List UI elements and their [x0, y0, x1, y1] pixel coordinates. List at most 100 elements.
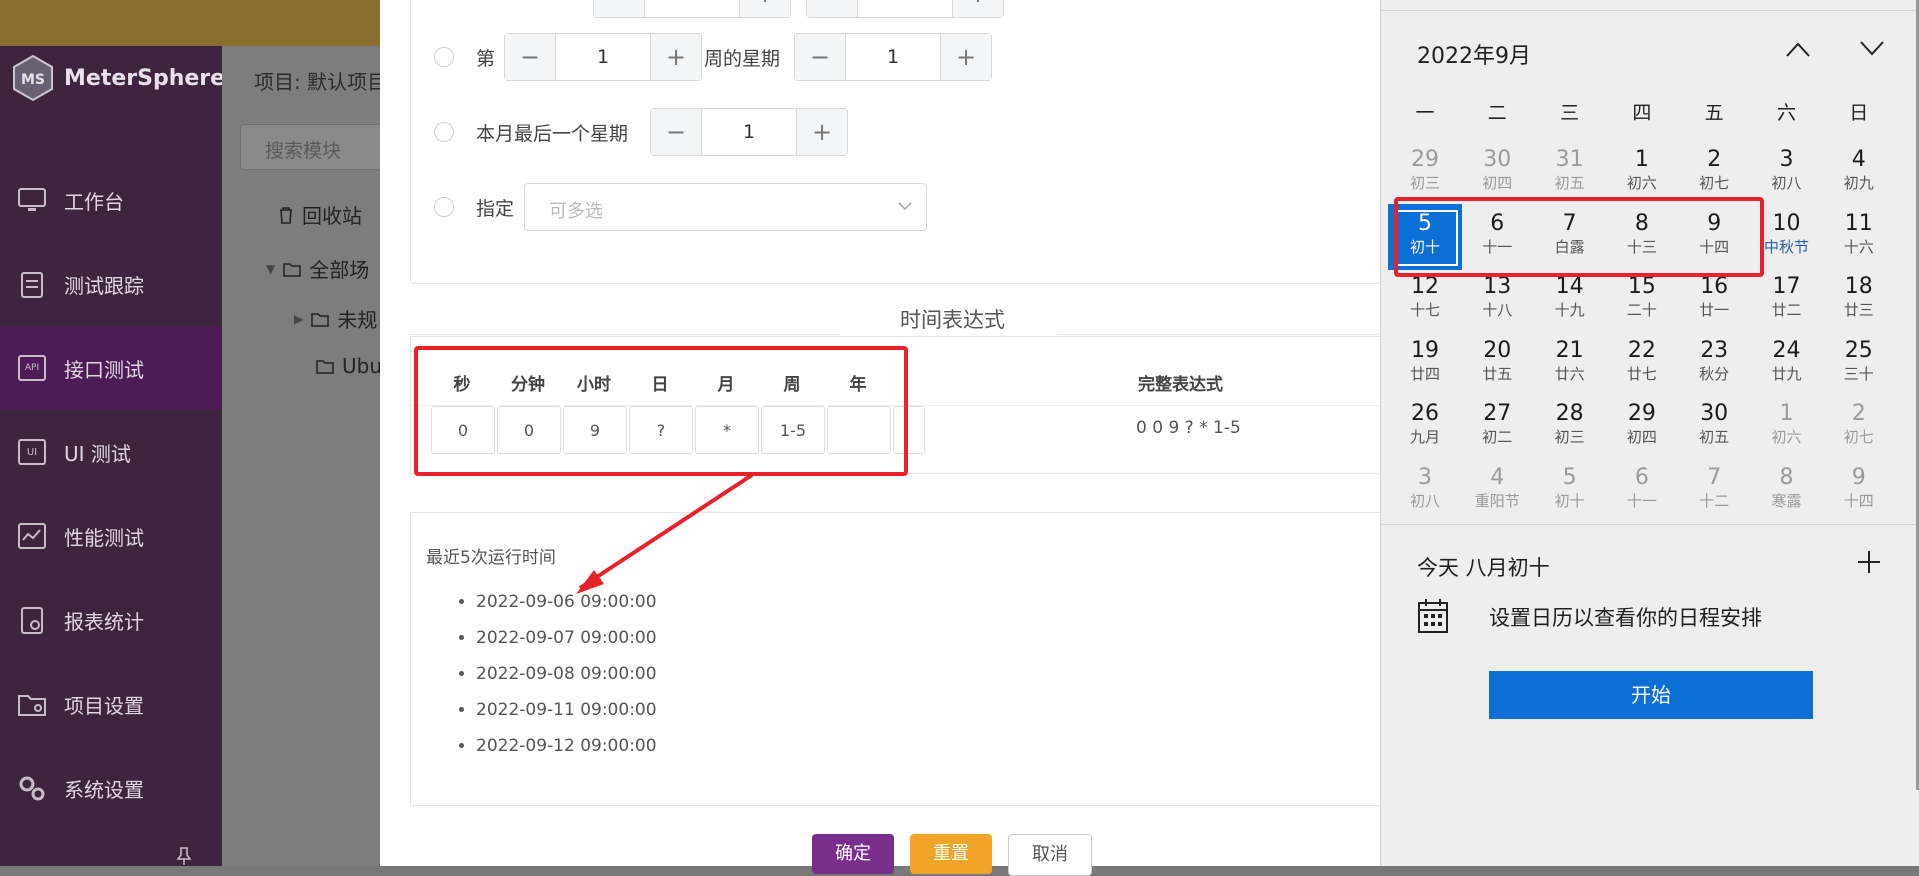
calendar-day[interactable]: 6 十一 [1608, 461, 1676, 521]
calendar-day[interactable]: 23 秋分 [1680, 334, 1748, 394]
calendar-day[interactable]: 11 十六 [1825, 207, 1893, 267]
day-number: 9 [1851, 464, 1866, 490]
lunar-label: 廿七 [1626, 364, 1657, 383]
radio-week-of-month[interactable] [434, 47, 454, 67]
calendar-day[interactable]: 28 初三 [1536, 397, 1604, 457]
calendar-day[interactable]: 4 重阳节 [1463, 461, 1531, 521]
reset-button[interactable]: 重置 [910, 834, 992, 874]
calendar-day[interactable]: 31 初五 [1536, 143, 1604, 203]
calendar-day[interactable]: 29 初三 [1391, 143, 1459, 203]
calendar-day[interactable]: 16 廿一 [1680, 270, 1748, 330]
plus-icon[interactable]: + [796, 109, 847, 155]
nav-label: 性能测试 [64, 525, 144, 550]
nav-item-project-settings[interactable]: 项目设置 [0, 662, 222, 746]
calendar-day[interactable]: 4 初九 [1825, 143, 1893, 203]
calendar-day[interactable]: 30 初四 [1463, 143, 1531, 203]
calendar-day[interactable]: 18 廿三 [1825, 270, 1893, 330]
stepper-value[interactable]: 1 [846, 34, 940, 80]
minus-icon[interactable]: − [807, 0, 858, 17]
last-week-stepper[interactable]: − 1 + [650, 108, 848, 156]
tree-item-recycle[interactable]: 回收站 [278, 200, 362, 229]
calendar-day[interactable]: 26 九月 [1391, 397, 1459, 457]
section-title: 时间表达式 [900, 308, 1005, 332]
chevron-down-icon[interactable] [1859, 40, 1885, 58]
lunar-label: 初七 [1699, 174, 1730, 192]
recent-runs-list: 2022-09-06 09:00:00 2022-09-07 09:00:00 … [476, 584, 657, 764]
calendar-day[interactable]: 29 初四 [1608, 397, 1676, 457]
nav-item-report[interactable]: 报表统计 [0, 578, 222, 662]
nav-item-test-track[interactable]: 测试跟踪 [0, 242, 222, 326]
radio-specify[interactable] [434, 197, 454, 217]
calendar-day[interactable]: 2 初七 [1825, 397, 1893, 457]
calendar-day[interactable]: 2 初七 [1680, 143, 1748, 203]
lunar-label: 十九 [1554, 301, 1585, 319]
calendar-day[interactable]: 3 初八 [1391, 461, 1459, 521]
nav-item-workbench[interactable]: 工作台 [0, 158, 222, 242]
cancel-button[interactable]: 取消 [1008, 834, 1092, 876]
partial-stepper-2[interactable]: −+ [806, 0, 1004, 18]
minus-icon[interactable]: − [651, 109, 702, 155]
chevron-up-icon[interactable] [1785, 40, 1811, 58]
stepper-value[interactable]: 1 [556, 34, 650, 80]
nav-item-ui-test[interactable]: UI UI 测试 [0, 410, 222, 494]
partial-stepper[interactable]: −+ [593, 0, 791, 18]
minus-icon[interactable]: − [594, 0, 645, 17]
weekday-stepper[interactable]: − 1 + [794, 33, 992, 81]
lunar-label: 九月 [1409, 428, 1440, 446]
weekday-label: 五 [1704, 102, 1724, 124]
highlight-box [414, 346, 908, 476]
calendar-day[interactable]: 21 廿六 [1536, 334, 1604, 394]
plus-icon[interactable]: + [952, 0, 1003, 17]
calendar-day[interactable]: 7 十二 [1680, 461, 1748, 521]
radio-last-week[interactable] [434, 122, 454, 142]
calendar-day[interactable]: 25 三十 [1825, 334, 1893, 394]
plus-icon[interactable] [1857, 550, 1881, 574]
day-number: 21 [1555, 337, 1584, 363]
tree-item-unplanned[interactable]: ▶ 未规 [294, 304, 377, 333]
calendar-day[interactable]: 12 十七 [1391, 270, 1459, 330]
calendar-day[interactable]: 24 廿九 [1753, 334, 1821, 394]
calendar-day[interactable]: 20 廿五 [1463, 334, 1531, 394]
calendar-day[interactable]: 15 二十 [1608, 270, 1676, 330]
calendar-day[interactable]: 27 初二 [1463, 397, 1531, 457]
calendar-day[interactable]: 22 廿七 [1608, 334, 1676, 394]
plus-icon[interactable]: + [739, 0, 790, 17]
metersphere-logo-icon: MS [13, 54, 53, 102]
calendar-day[interactable]: 19 廿四 [1391, 334, 1459, 394]
nav-item-performance-test[interactable]: 性能测试 [0, 494, 222, 578]
calendar-day[interactable]: 13 十八 [1463, 270, 1531, 330]
calendar-day[interactable]: 14 十九 [1536, 270, 1604, 330]
specify-select[interactable]: 可多选 [524, 183, 927, 231]
plus-icon[interactable]: + [650, 34, 701, 80]
module-search-input[interactable]: 搜索模块 [240, 124, 382, 170]
logo[interactable]: MS MeterSphere [12, 54, 225, 102]
calendar-day[interactable]: 5 初十 [1536, 461, 1604, 521]
calendar-day[interactable]: 30 初五 [1680, 397, 1748, 457]
tree-item-ubu[interactable]: Ubu [316, 354, 382, 378]
weekday-label: 三 [1560, 102, 1580, 124]
pin-icon[interactable] [176, 846, 192, 866]
calendar-day[interactable]: 17 廿二 [1753, 270, 1821, 330]
svg-text:UI: UI [27, 447, 37, 458]
start-button[interactable]: 开始 [1489, 671, 1813, 719]
tree-item-all[interactable]: ▼ 全部场 [266, 254, 369, 283]
minus-icon[interactable]: − [795, 34, 846, 80]
calendar-day[interactable]: 1 初六 [1608, 143, 1676, 203]
minus-icon[interactable]: − [505, 34, 556, 80]
logo-text: MeterSphere [64, 65, 226, 91]
nav-item-system-settings[interactable]: 系统设置 [0, 746, 222, 830]
calendar-month-title[interactable]: 2022年9月 [1417, 38, 1531, 70]
plus-icon[interactable]: + [940, 34, 991, 80]
day-number: 12 [1411, 274, 1439, 299]
calendar-day[interactable]: 3 初八 [1753, 143, 1821, 203]
confirm-button[interactable]: 确定 [812, 834, 894, 874]
calendar-day[interactable]: 8 寒露 [1753, 461, 1821, 521]
day-number: 30 [1700, 401, 1729, 426]
day-number: 1 [1779, 401, 1794, 426]
nav-item-api-test[interactable]: API 接口测试 [0, 326, 222, 410]
stepper-value[interactable]: 1 [702, 109, 796, 155]
svg-text:MS: MS [21, 72, 45, 88]
calendar-day[interactable]: 1 初六 [1753, 397, 1821, 457]
calendar-day[interactable]: 9 十四 [1825, 461, 1893, 521]
week-number-stepper[interactable]: − 1 + [504, 33, 702, 81]
